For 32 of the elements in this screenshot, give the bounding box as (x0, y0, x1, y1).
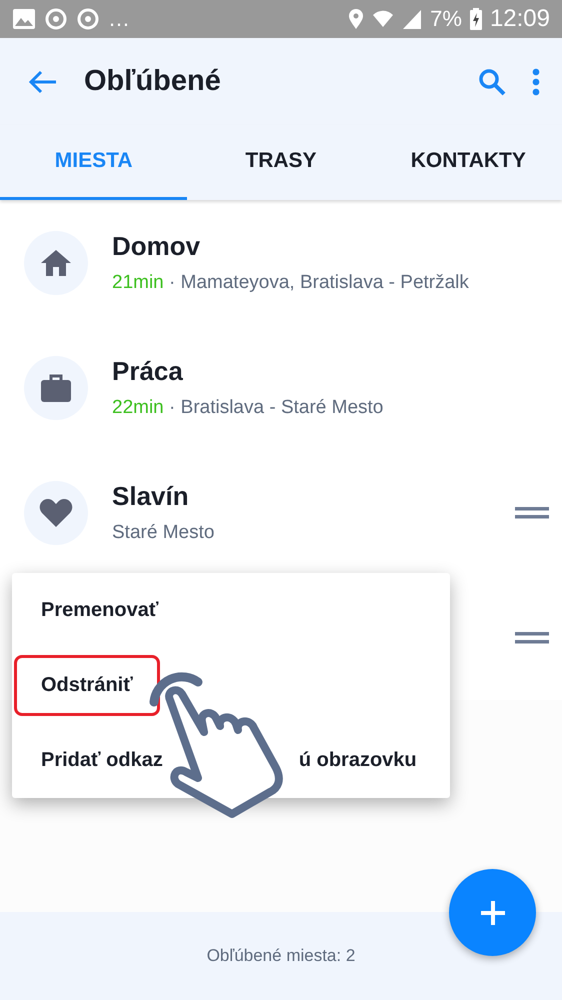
search-icon[interactable] (478, 68, 506, 96)
drag-handle-icon[interactable] (515, 632, 549, 644)
favorites-count: Obľúbené miesta: 2 (206, 946, 356, 966)
sync-icon (76, 7, 100, 31)
notification-overflow: … (108, 6, 130, 32)
battery-icon (470, 8, 482, 30)
clock: 12:09 (490, 5, 550, 33)
place-name: Práca (112, 356, 184, 387)
add-button[interactable] (449, 869, 536, 956)
menu-item[interactable]: Premenovať (14, 580, 186, 641)
menu-item[interactable]: Pridať odkaz ú obrazovku (14, 730, 444, 791)
tab[interactable]: TRASY (187, 125, 375, 200)
image-icon (12, 8, 36, 30)
tab[interactable]: KONTAKTY (374, 125, 562, 200)
place-details: 22min · Bratislava - Staré Mesto (112, 397, 384, 419)
place-details: 21min · Mamateyova, Bratislava - Petržalk (112, 272, 470, 294)
place-details: Staré Mesto (112, 522, 216, 544)
heart-icon (39, 498, 73, 528)
more-options-icon[interactable] (532, 68, 540, 96)
plus-icon (480, 900, 506, 926)
drag-handle-icon[interactable] (515, 506, 549, 518)
place-name: Domov (112, 231, 202, 262)
screen-title: Obľúbené (84, 65, 222, 98)
briefcase-icon (40, 372, 72, 402)
home-icon (40, 248, 72, 276)
back-arrow-icon[interactable] (28, 70, 58, 94)
sync-icon (44, 7, 68, 31)
signal-icon (402, 8, 422, 30)
place-name: Slavín (112, 481, 190, 512)
menu-item[interactable]: Odstrániť (14, 655, 160, 716)
location-icon (348, 8, 364, 30)
battery-percent: 7% (430, 6, 462, 32)
